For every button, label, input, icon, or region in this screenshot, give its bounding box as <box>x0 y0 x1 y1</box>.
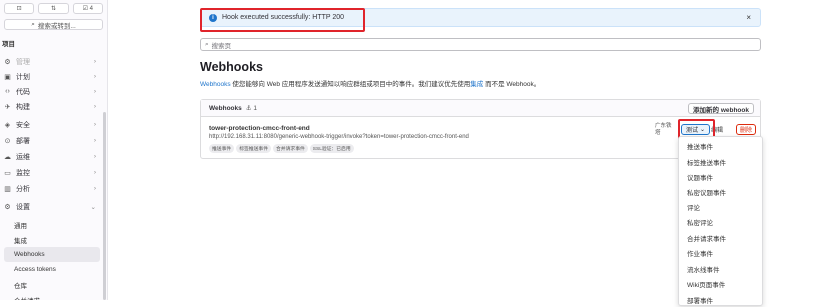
monitor-icon: ▭ <box>4 169 11 177</box>
sidebar-item-settings[interactable]: ⚙ 设置 ⌄ <box>0 199 107 214</box>
chevron-right-icon: › <box>93 169 96 176</box>
hook-count: ⚓ 1 <box>246 104 257 112</box>
sidebar-item-label: 分析 <box>16 185 30 193</box>
chevron-down-icon: ⌄ <box>90 203 96 211</box>
hook-url: http://192.168.31.11:8080/generic-webhoo… <box>209 134 469 140</box>
chevron-right-icon: › <box>93 153 96 160</box>
sidebar: ⊡ ⇅ ☑ 4 ⌕ 搜索或转到... 项目 ⚙ 管理 › ▣ 计划 › ‹› 代… <box>0 0 108 300</box>
sidebar-toggle-button[interactable]: ⊡ <box>4 3 35 14</box>
sidebar-item-operate[interactable]: ☁ 运维 › <box>0 149 107 164</box>
badge-push: 推送事件 <box>209 144 235 153</box>
sidebar-item-label: 安全 <box>16 121 30 129</box>
integrations-link[interactable]: 集成 <box>470 81 483 88</box>
project-label: 广东铁塔 <box>655 123 672 136</box>
page-description: Webhooks 使您能够向 Web 应用程序发送通知以响应群组或项目中的事件。… <box>200 78 540 88</box>
sidebar-item-manage[interactable]: ⚙ 管理 › <box>0 54 107 69</box>
chevron-right-icon: › <box>93 73 96 80</box>
sidebar-item-label: 部署 <box>16 137 30 145</box>
chevron-right-icon: › <box>93 88 96 95</box>
page-title: Webhooks <box>200 60 263 74</box>
chevron-right-icon: › <box>93 58 96 65</box>
sidebar-item-plan[interactable]: ▣ 计划 › <box>0 69 107 84</box>
sidebar-sub-merge-requests[interactable]: 合并请求 <box>0 292 100 301</box>
dropdown-item-tag-push[interactable]: 标签推送事件 <box>679 154 764 169</box>
calendar-icon: ▣ <box>4 73 11 81</box>
sidebar-item-label: 设置 <box>16 203 30 211</box>
dropdown-item-merge-request[interactable]: 合并请求事件 <box>679 230 764 245</box>
sidebar-sub-repository[interactable]: 仓库 <box>0 277 100 292</box>
gear-icon: ⚙ <box>4 58 11 66</box>
sidebar-scrollbar[interactable] <box>103 112 106 300</box>
search-placeholder: 搜索页 <box>211 42 232 50</box>
code-icon: ‹› <box>5 88 10 95</box>
sidebar-top-bar: ⊡ ⇅ ☑ 4 <box>0 0 107 17</box>
search-icon: ⌕ <box>31 20 35 28</box>
sidebar-item-label: 监控 <box>16 169 30 177</box>
hook-count-value: 1 <box>253 105 258 112</box>
settings-icon: ⚙ <box>4 203 11 211</box>
cloud-icon: ☁ <box>4 153 11 161</box>
link-icon: ⚓ <box>245 105 252 112</box>
shield-icon: ◈ <box>4 121 11 129</box>
sidebar-sub-integrations[interactable]: 集成 <box>0 232 100 247</box>
hook-name: tower-protection-cmcc-front-end <box>209 125 310 132</box>
test-event-dropdown: 推送事件 标签推送事件 议题事件 私密议题事件 评论 私密评论 合并请求事件 作… <box>678 136 763 306</box>
sidebar-group-label: 项目 <box>2 41 15 48</box>
webhooks-docs-link[interactable]: Webhooks <box>200 81 231 88</box>
card-header: Webhooks ⚓ 1 添加新的 webhook <box>201 100 760 117</box>
event-badges: 推送事件 标签推送事件 合并请求事件 SSL验证：已启用 <box>209 144 354 153</box>
chevron-right-icon: › <box>93 137 96 144</box>
sidebar-search-label: 搜索或转到... <box>37 22 76 30</box>
dropdown-item-wiki[interactable]: Wiki页面事件 <box>679 276 764 291</box>
sidebar-search-button[interactable]: ⌕ 搜索或转到... <box>4 19 103 30</box>
sidebar-item-label: 运维 <box>16 153 30 161</box>
sidebar-item-code[interactable]: ‹› 代码 › <box>0 84 107 99</box>
dropdown-item-comment[interactable]: 评论 <box>679 199 764 214</box>
dropdown-item-job[interactable]: 作业事件 <box>679 245 764 260</box>
chart-icon: ▥ <box>4 185 11 193</box>
badge-ssl: SSL验证：已启用 <box>309 144 354 153</box>
badge-tag-push: 标签推送事件 <box>236 144 271 153</box>
search-icon: ⌕ <box>205 40 209 48</box>
desc-middle: 使您能够向 Web 应用程序发送通知以响应群组或项目中的事件。我们建议优先使用 <box>230 81 471 88</box>
deploy-icon: ⊙ <box>4 137 11 145</box>
sidebar-item-monitor[interactable]: ▭ 监控 › <box>0 165 107 180</box>
delete-button[interactable]: 删除 <box>736 124 757 135</box>
dropdown-item-push[interactable]: 推送事件 <box>679 138 764 153</box>
dropdown-item-issue[interactable]: 议题事件 <box>679 169 764 184</box>
badge-merge-request: 合并请求事件 <box>273 144 308 153</box>
chevron-right-icon: › <box>93 103 96 110</box>
sidebar-item-deploy[interactable]: ⊙ 部署 › <box>0 133 107 148</box>
sidebar-sub-webhooks[interactable]: Webhooks <box>4 247 100 262</box>
sidebar-item-build[interactable]: ✈ 构建 › <box>0 99 107 114</box>
dropdown-item-confidential-comment[interactable]: 私密评论 <box>679 214 764 229</box>
sidebar-sub-general[interactable]: 通用 <box>0 217 100 232</box>
dropdown-item-confidential-issue[interactable]: 私密议题事件 <box>679 184 764 199</box>
chevron-right-icon: › <box>93 185 96 192</box>
todos-button[interactable]: ☑ 4 <box>72 3 103 14</box>
chevron-right-icon: › <box>93 121 96 128</box>
close-icon[interactable]: × <box>746 13 751 22</box>
merge-requests-button[interactable]: ⇅ <box>38 3 69 14</box>
sidebar-item-label: 管理 <box>16 58 30 66</box>
highlight-box-alert <box>200 8 365 32</box>
search-input[interactable]: ⌕ 搜索页 <box>200 38 761 51</box>
webhooks-card: Webhooks ⚓ 1 添加新的 webhook tower-protecti… <box>200 99 761 159</box>
card-title: Webhooks <box>209 104 242 112</box>
sidebar-item-label: 代码 <box>16 88 30 96</box>
sidebar-item-label: 构建 <box>16 103 30 111</box>
sidebar-item-label: 计划 <box>16 73 30 81</box>
sidebar-sub-access-tokens[interactable]: Access tokens <box>0 262 100 277</box>
rocket-icon: ✈ <box>4 103 11 111</box>
dropdown-item-pipeline[interactable]: 流水线事件 <box>679 261 764 276</box>
add-webhook-button[interactable]: 添加新的 webhook <box>688 103 754 114</box>
sidebar-item-analyze[interactable]: ▥ 分析 › <box>0 181 107 196</box>
desc-end: 而不是 Webhook。 <box>483 81 541 88</box>
sidebar-item-security[interactable]: ◈ 安全 › <box>0 117 107 132</box>
